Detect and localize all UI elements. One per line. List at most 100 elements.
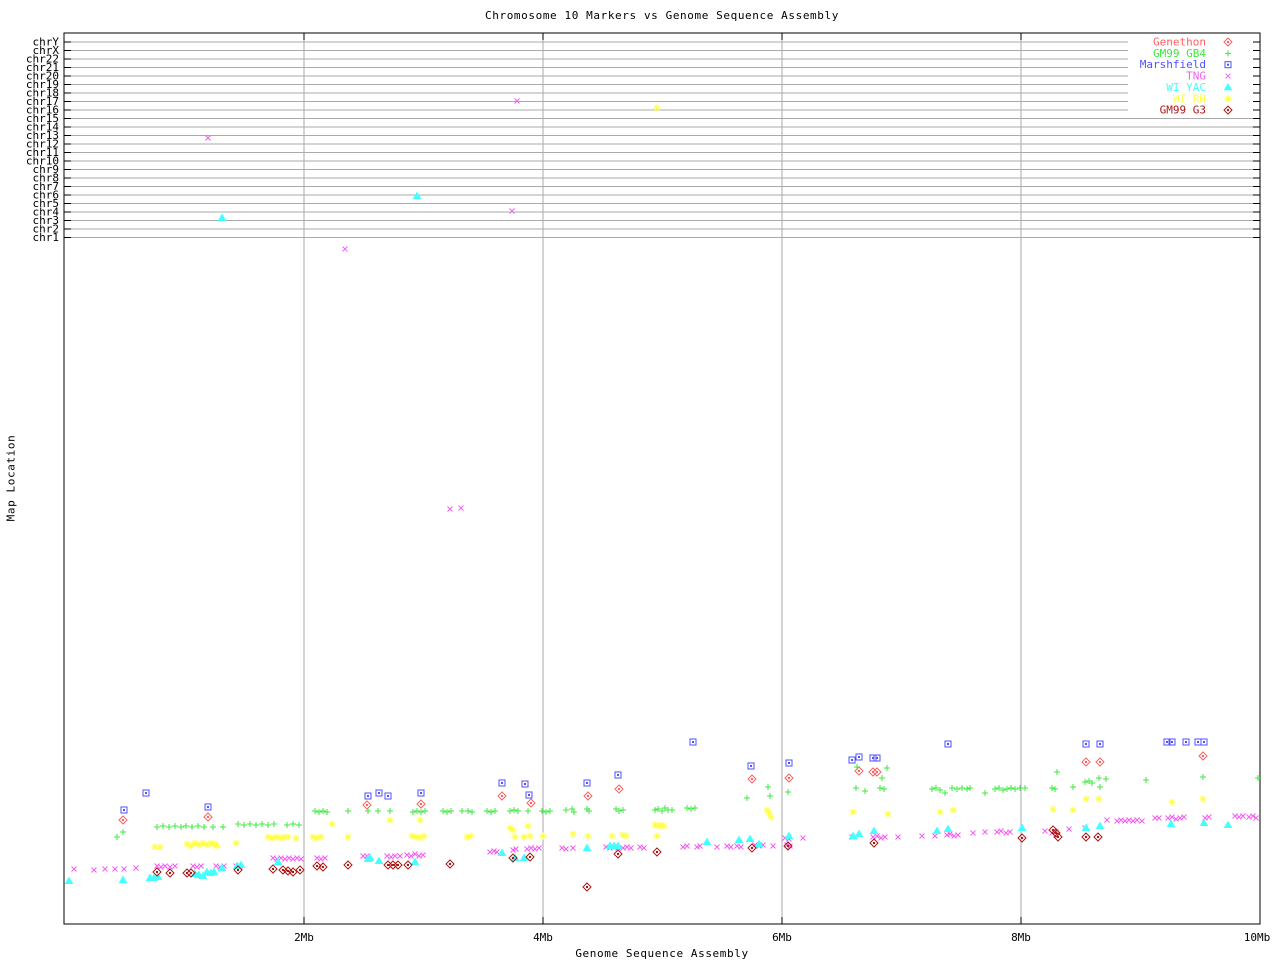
data-point xyxy=(205,135,211,141)
data-point xyxy=(942,790,948,796)
data-point xyxy=(744,795,750,801)
data-point-dot xyxy=(876,757,878,759)
data-point-dot xyxy=(367,795,369,797)
data-point xyxy=(684,843,690,849)
data-point-dot xyxy=(524,783,526,785)
data-point xyxy=(509,208,515,214)
data-point xyxy=(526,832,534,840)
data-point-dot xyxy=(420,792,422,794)
data-point xyxy=(162,863,168,869)
data-point xyxy=(1134,817,1140,823)
data-point xyxy=(584,832,592,840)
data-point-dot xyxy=(501,795,503,797)
data-point xyxy=(1052,786,1058,792)
data-point xyxy=(296,822,302,828)
data-point xyxy=(869,826,879,834)
data-point xyxy=(322,855,328,861)
data-point xyxy=(422,808,428,814)
data-point-dot xyxy=(1202,755,1204,757)
data-point xyxy=(345,808,351,814)
data-point xyxy=(320,808,326,814)
data-point xyxy=(420,832,428,840)
data-point xyxy=(1168,798,1176,806)
y-axis-label: Map Location xyxy=(4,434,18,522)
legend-label: GM99 G3 xyxy=(1160,104,1206,117)
data-point xyxy=(189,824,195,830)
series-genethon xyxy=(118,751,1208,825)
data-point xyxy=(1240,813,1246,819)
data-point xyxy=(862,788,868,794)
data-point-dot xyxy=(1166,741,1168,743)
data-point xyxy=(511,833,519,841)
data-point xyxy=(1070,784,1076,790)
data-point xyxy=(641,845,647,851)
data-point xyxy=(317,833,325,841)
data-point xyxy=(172,863,178,869)
data-point xyxy=(1082,779,1088,785)
data-point xyxy=(1199,795,1207,803)
data-point xyxy=(525,808,531,814)
data-point xyxy=(714,844,720,850)
data-point-dot xyxy=(378,792,380,794)
data-point xyxy=(1081,823,1091,831)
data-point xyxy=(253,822,259,828)
data-point xyxy=(265,822,271,828)
data-point xyxy=(785,789,791,795)
data-point-dot xyxy=(145,792,147,794)
data-point xyxy=(467,832,475,840)
data-point xyxy=(386,816,394,824)
data-point xyxy=(1012,786,1018,792)
data-point-dot xyxy=(530,802,532,804)
data-point-dot xyxy=(529,856,531,858)
data-point xyxy=(563,807,569,813)
data-point xyxy=(397,853,403,859)
data-point xyxy=(660,822,668,830)
data-point xyxy=(728,844,734,850)
data-point xyxy=(653,104,661,112)
data-point xyxy=(387,808,393,814)
data-point xyxy=(1143,777,1149,783)
data-point xyxy=(628,845,634,851)
data-point xyxy=(183,823,189,829)
data-point xyxy=(1049,785,1055,791)
data-point xyxy=(520,833,528,841)
data-point xyxy=(154,824,160,830)
data-point xyxy=(1206,814,1212,820)
data-point-dot xyxy=(1203,741,1205,743)
data-point xyxy=(919,833,925,839)
data-point-dot xyxy=(750,765,752,767)
data-point-dot xyxy=(587,795,589,797)
data-point xyxy=(298,856,304,862)
data-point xyxy=(374,856,384,864)
data-point-dot xyxy=(1171,741,1173,743)
data-point xyxy=(652,807,658,813)
data-point-dot xyxy=(788,777,790,779)
data-point-dot xyxy=(366,804,368,806)
data-point xyxy=(547,808,553,814)
data-point xyxy=(465,808,471,814)
data-point xyxy=(1008,785,1014,791)
series-tng xyxy=(71,98,1259,873)
data-point xyxy=(247,821,253,827)
data-point-dot xyxy=(876,771,878,773)
data-point-dot xyxy=(1021,837,1023,839)
data-point xyxy=(509,826,517,834)
data-point-dot xyxy=(947,743,949,745)
data-point-dot xyxy=(316,865,318,867)
data-point xyxy=(955,832,961,838)
data-point xyxy=(232,839,240,847)
data-point xyxy=(284,833,292,841)
data-point xyxy=(622,832,630,840)
data-point xyxy=(1200,774,1206,780)
data-point xyxy=(133,865,139,871)
data-point xyxy=(312,808,318,814)
data-point xyxy=(1097,784,1103,790)
data-point xyxy=(543,809,549,815)
data-point-dot xyxy=(322,866,324,868)
data-point xyxy=(1095,821,1105,829)
data-point-dot xyxy=(586,886,588,888)
data-point xyxy=(102,866,108,872)
data-point xyxy=(410,809,416,815)
data-point xyxy=(964,786,970,792)
data-point-dot xyxy=(1099,761,1101,763)
